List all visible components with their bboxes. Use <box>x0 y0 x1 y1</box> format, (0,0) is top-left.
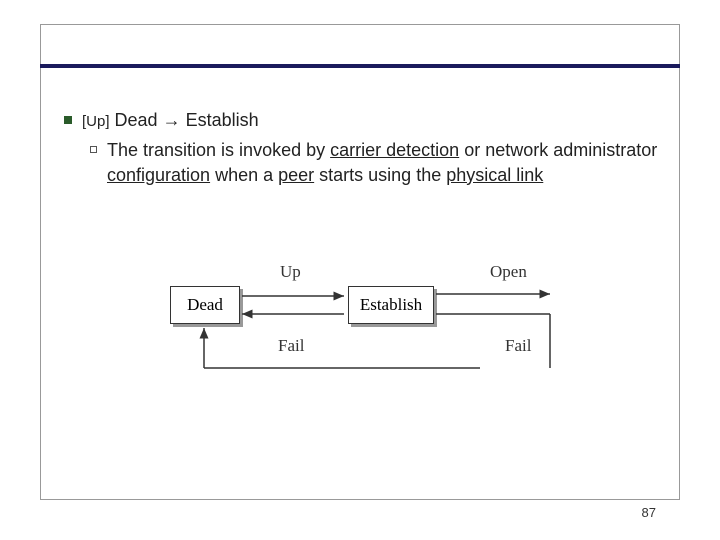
bt-4: starts using the <box>314 165 446 185</box>
slide-content: [Up] Dead → Establish The transition is … <box>64 108 664 187</box>
bt-u3: peer <box>278 165 314 185</box>
diagram-arrows <box>150 258 580 398</box>
up-tag: [Up] <box>82 113 110 130</box>
title-rule <box>40 64 680 68</box>
page-number: 87 <box>642 505 656 520</box>
bt-u4: physical link <box>446 165 543 185</box>
bt-3: when a <box>210 165 278 185</box>
bullet-hollow-square-icon <box>90 146 97 153</box>
bullet2-text: The transition is invoked by carrier det… <box>107 138 664 187</box>
bullet-level2: The transition is invoked by carrier det… <box>90 138 664 187</box>
bullet1-text: [Up] Dead → Establish <box>82 108 259 132</box>
state-diagram: Dead Establish Up Fail Open Fail <box>150 258 580 398</box>
bullet-level1: [Up] Dead → Establish <box>64 108 664 132</box>
bt-u1: carrier detection <box>330 140 459 160</box>
arrow-icon: → <box>163 110 181 130</box>
establish-word: Establish <box>186 110 259 130</box>
bt-1: The transition is invoked by <box>107 140 330 160</box>
bt-u2: configuration <box>107 165 210 185</box>
dead-word: Dead <box>115 110 158 130</box>
bt-2: or network administrator <box>459 140 657 160</box>
bullet-square-icon <box>64 116 72 124</box>
